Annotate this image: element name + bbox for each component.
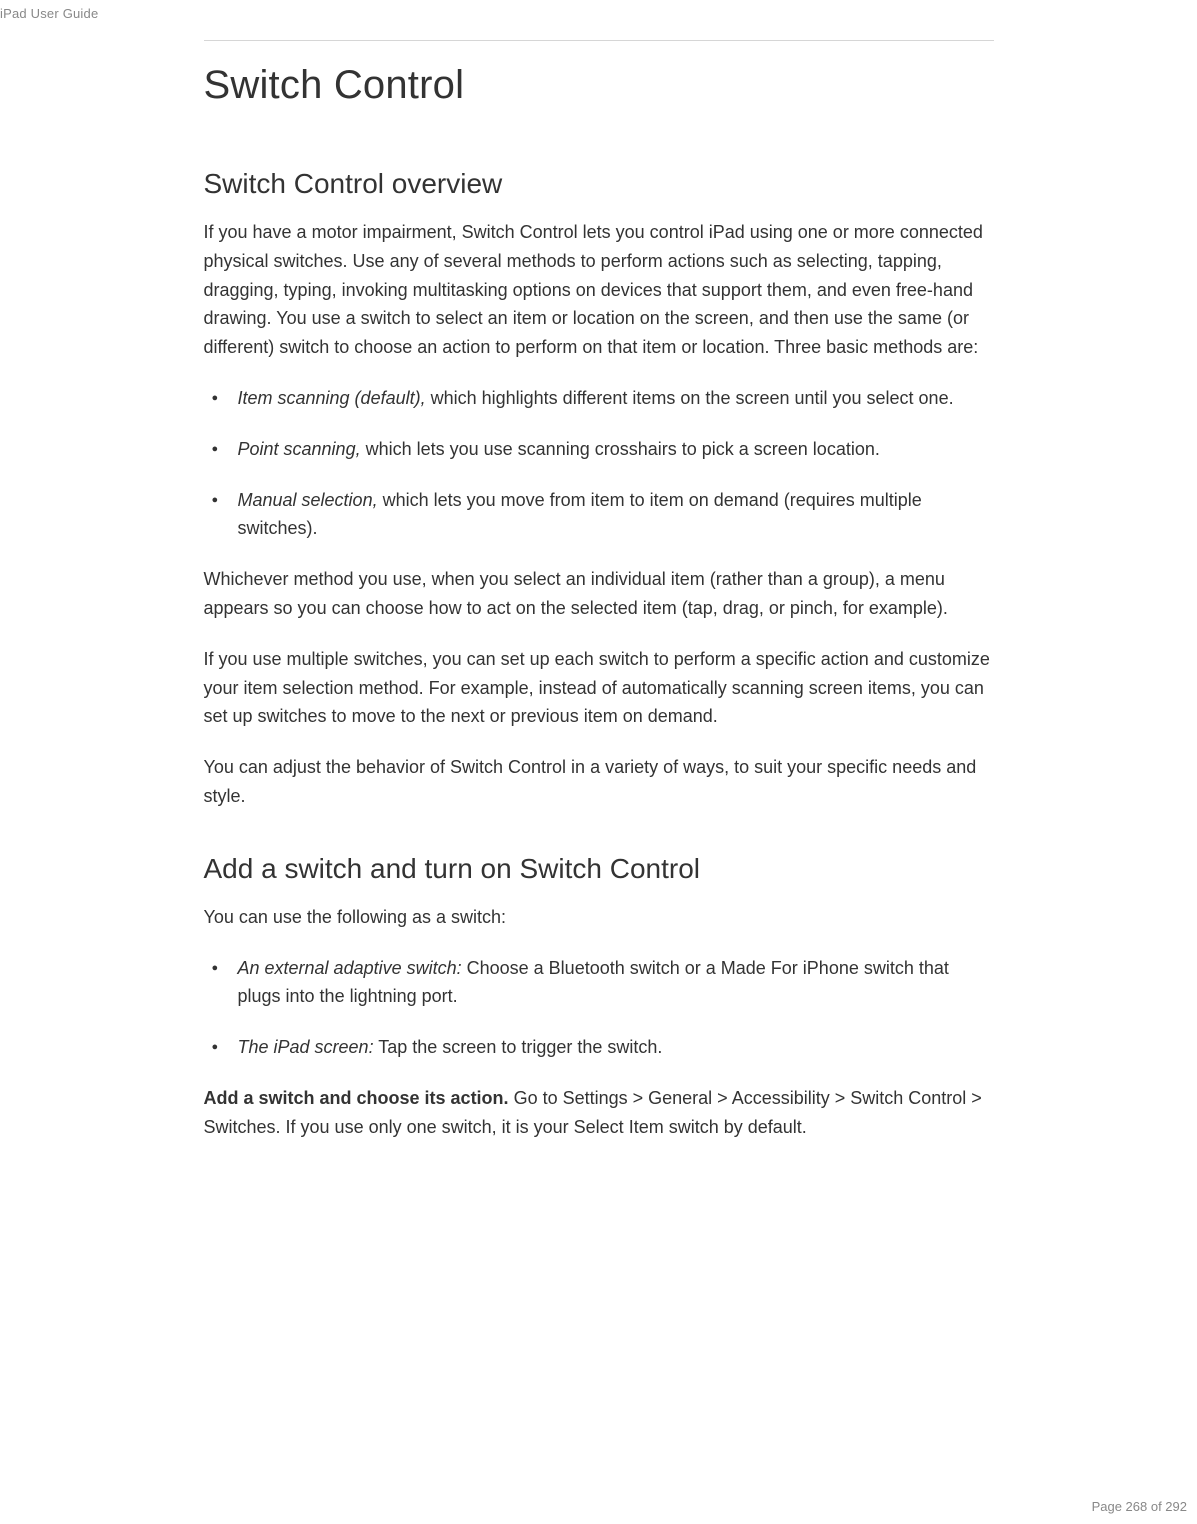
bullet-desc: which highlights different items on the … [426,388,954,408]
overview-intro-paragraph: If you have a motor impairment, Switch C… [204,218,994,362]
section-heading-overview: Switch Control overview [204,168,994,200]
list-item: Point scanning, which lets you use scann… [204,435,994,464]
add-switch-bullet-list: An external adaptive switch: Choose a Bl… [204,954,994,1062]
section-add-switch: Add a switch and turn on Switch Control … [204,853,994,1142]
list-item: The iPad screen: Tap the screen to trigg… [204,1033,994,1062]
document-content: Switch Control Switch Control overview I… [204,0,994,1142]
bullet-term: Item scanning (default), [238,388,426,408]
guide-header-label: iPad User Guide [0,6,98,21]
overview-paragraph-2: Whichever method you use, when you selec… [204,565,994,623]
bullet-desc: Tap the screen to trigger the switch. [374,1037,663,1057]
list-item: Manual selection, which lets you move fr… [204,486,994,544]
bullet-term: Point scanning, [238,439,361,459]
section-heading-add-switch: Add a switch and turn on Switch Control [204,853,994,885]
add-switch-intro-paragraph: You can use the following as a switch: [204,903,994,932]
add-switch-paragraph-2: Add a switch and choose its action. Go t… [204,1084,994,1142]
bullet-term: The iPad screen: [238,1037,374,1057]
list-item: An external adaptive switch: Choose a Bl… [204,954,994,1012]
overview-bullet-list: Item scanning (default), which highlight… [204,384,994,543]
overview-paragraph-4: You can adjust the behavior of Switch Co… [204,753,994,811]
overview-paragraph-3: If you use multiple switches, you can se… [204,645,994,731]
page-number-footer: Page 268 of 292 [1092,1499,1187,1514]
bold-lead-in: Add a switch and choose its action. [204,1088,509,1108]
page-title: Switch Control [204,63,994,108]
bullet-desc: which lets you use scanning crosshairs t… [361,439,880,459]
list-item: Item scanning (default), which highlight… [204,384,994,413]
bullet-term: Manual selection, [238,490,378,510]
bullet-term: An external adaptive switch: [238,958,462,978]
top-divider [204,40,994,41]
